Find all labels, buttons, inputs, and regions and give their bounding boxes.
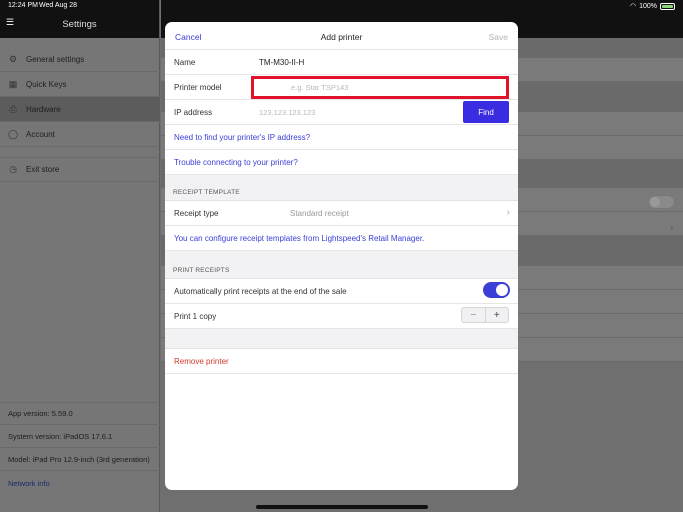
find-button[interactable]: Find: [463, 101, 509, 123]
sidebar-item-label: Quick Keys: [26, 79, 67, 89]
receipt-type-row[interactable]: Receipt type Standard receipt ›: [165, 201, 518, 226]
remove-printer-button[interactable]: Remove printer: [174, 357, 229, 366]
name-row: Name TM-M30-II-H: [165, 50, 518, 75]
receipt-type-label: Receipt type: [174, 209, 219, 218]
configure-templates-link[interactable]: You can configure receipt templates from…: [174, 234, 424, 243]
sidebar-item-general-settings[interactable]: ⚙ General settings: [0, 47, 160, 72]
sidebar-item-label: Account: [26, 129, 55, 139]
system-version: System version: iPadOS 17.6.1: [0, 425, 160, 448]
copies-stepper[interactable]: − +: [461, 307, 509, 323]
modal-title: Add printer: [320, 32, 363, 42]
status-bar: 12:24 PM Wed Aug 28 ◠ 100%: [0, 0, 683, 14]
background-toggle: [648, 195, 675, 209]
printer-model-input[interactable]: [254, 79, 506, 96]
status-time: 12:24 PM: [8, 2, 38, 9]
printer-model-field[interactable]: [251, 76, 509, 99]
sidebar-item-hardware[interactable]: ⎙ Hardware: [0, 97, 160, 122]
add-printer-modal: Cancel Add printer Save Name TM-M30-II-H…: [165, 22, 518, 490]
battery-percent: 100%: [639, 2, 657, 10]
print-receipts-section: PRINT RECEIPTS: [165, 251, 518, 279]
ip-address-label: IP address: [174, 108, 213, 117]
name-label: Name: [174, 58, 196, 67]
sidebar-item-quick-keys[interactable]: ▦ Quick Keys: [0, 72, 160, 97]
wifi-icon: ◠: [629, 3, 637, 10]
save-button[interactable]: Save: [489, 32, 508, 42]
auto-print-toggle[interactable]: [483, 282, 510, 298]
grid-icon: ▦: [8, 78, 18, 89]
sidebar-item-exit-store[interactable]: ◷ Exit store: [0, 157, 160, 182]
sidebar: ☰ Settings ⚙ General settings ▦ Quick Ke…: [0, 0, 160, 512]
ip-address-input[interactable]: 123.123.123.123: [259, 108, 315, 117]
gear-icon: ⚙: [8, 53, 18, 64]
home-indicator: [256, 505, 428, 509]
receipt-type-value: Standard receipt: [290, 209, 349, 218]
print-copies-label: Print 1 copy: [174, 312, 217, 321]
name-value[interactable]: TM-M30-II-H: [259, 58, 304, 67]
user-icon: ◯: [7, 128, 19, 139]
trouble-connecting-link[interactable]: Trouble connecting to your printer?: [174, 158, 298, 167]
app-version: App version: 5.59.0: [0, 402, 160, 425]
auto-print-row: Automatically print receipts at the end …: [165, 279, 518, 304]
decrement-button[interactable]: −: [462, 308, 486, 322]
spacer-section: [165, 329, 518, 349]
find-ip-link[interactable]: Need to find your printer's IP address?: [174, 133, 310, 142]
printer-icon: ⎙: [9, 103, 17, 114]
clock-icon: ◷: [9, 164, 17, 174]
sidebar-item-account[interactable]: ◯ Account: [0, 122, 160, 147]
sidebar-item-label: Exit store: [26, 165, 60, 174]
modal-header: Cancel Add printer Save: [165, 22, 518, 50]
status-date: Wed Aug 28: [39, 2, 78, 9]
network-info-link[interactable]: Network info: [0, 472, 160, 495]
section-title: RECEIPT TEMPLATE: [173, 189, 240, 196]
find-ip-row: Need to find your printer's IP address?: [165, 125, 518, 150]
chevron-right-icon: ›: [506, 207, 510, 218]
device-model: Model: iPad Pro 12.9-inch (3rd generatio…: [0, 448, 160, 471]
chevron-right-icon: ›: [670, 222, 674, 233]
increment-button[interactable]: +: [486, 308, 509, 322]
section-title: PRINT RECEIPTS: [173, 267, 230, 274]
configure-row: You can configure receipt templates from…: [165, 226, 518, 251]
sidebar-item-label: General settings: [26, 54, 85, 64]
auto-print-label: Automatically print receipts at the end …: [174, 287, 347, 296]
receipt-template-section: RECEIPT TEMPLATE: [165, 175, 518, 201]
sidebar-title: Settings: [62, 19, 97, 30]
battery-icon: [660, 2, 675, 10]
status-right: ◠ 100%: [630, 2, 675, 10]
sidebar-item-label: Hardware: [26, 104, 61, 114]
printer-model-label: Printer model: [174, 83, 222, 92]
remove-printer-row: Remove printer: [165, 349, 518, 374]
trouble-row: Trouble connecting to your printer?: [165, 150, 518, 175]
